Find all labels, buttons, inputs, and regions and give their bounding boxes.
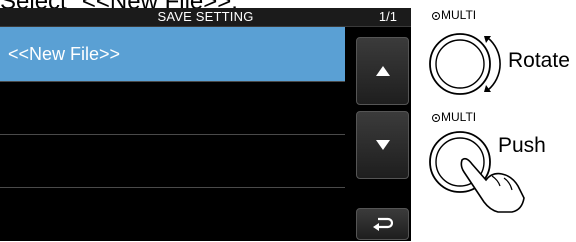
rotate-knob-icon [429,33,501,95]
list-item[interactable] [0,135,345,188]
page-indicator: 1/1 [378,9,397,24]
multi-knob-label-rotate: MULTI [432,8,476,22]
return-arrow-icon [372,217,393,231]
file-list: <<New File>> [0,27,347,241]
knob-dot-icon [432,114,440,122]
radio-display: SAVE SETTING 1/1 <<New File>> [0,8,411,241]
list-item-label: <<New File>> [8,44,121,64]
scroll-up-button[interactable] [356,37,409,105]
knob-dot-icon [432,12,440,20]
down-arrow-icon [375,140,390,150]
rotate-label: Rotate [508,49,570,72]
up-arrow-icon [375,66,390,76]
list-item[interactable] [0,82,345,135]
back-button[interactable] [356,208,409,240]
title-bar: SAVE SETTING 1/1 [0,8,411,27]
screen-title: SAVE SETTING [157,9,254,24]
scroll-down-button[interactable] [356,111,409,179]
multi-knob-label-push: MULTI [432,110,476,124]
list-item[interactable] [0,188,345,241]
list-item-new-file[interactable]: <<New File>> [0,27,345,82]
push-label: Push [498,134,546,157]
